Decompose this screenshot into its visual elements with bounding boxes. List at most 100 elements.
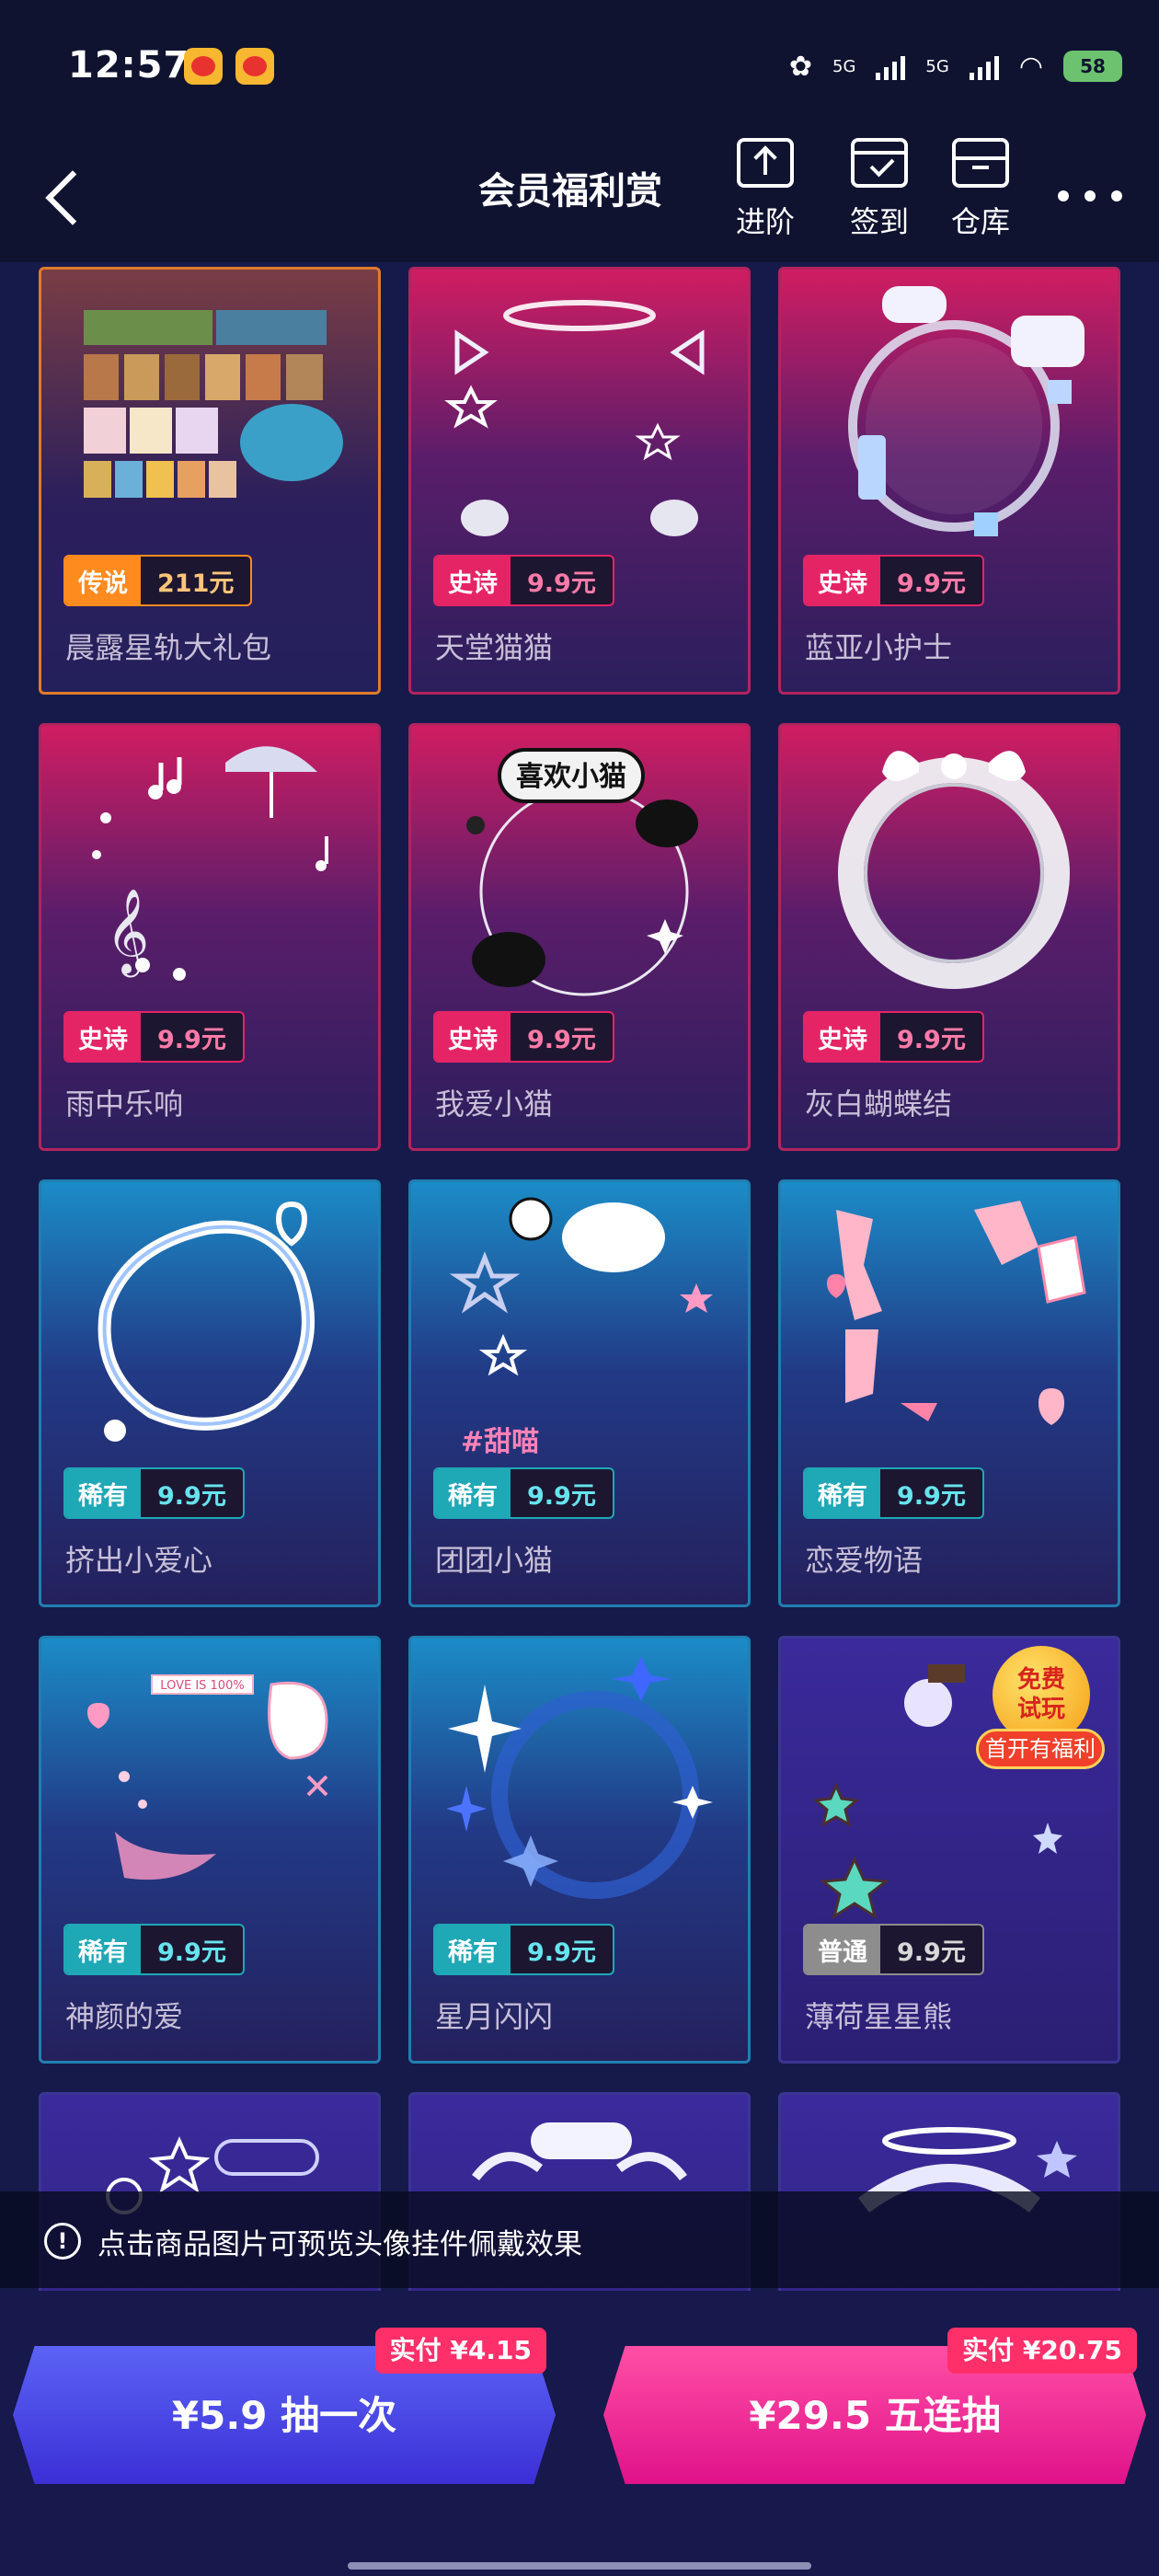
product-card[interactable]: 免费 试玩 首开有福利 普通 9.9元 薄荷星星熊 bbox=[778, 1636, 1120, 2064]
checkin-label: 签到 bbox=[849, 204, 909, 239]
upgrade-button[interactable]: 进阶 bbox=[719, 138, 811, 258]
status-bar: 12:57 ✿ 5G 5G ◠ 58 bbox=[0, 0, 1159, 138]
home-indicator[interactable] bbox=[348, 2562, 811, 2570]
back-button[interactable] bbox=[40, 158, 114, 232]
product-name: 天堂猫猫 bbox=[435, 630, 554, 665]
price-label: 9.9元 bbox=[157, 1938, 226, 1967]
rarity-label: 稀有 bbox=[65, 1469, 141, 1517]
free-trial-line2: 试玩 bbox=[1016, 1696, 1065, 1723]
box-icon bbox=[952, 138, 1009, 188]
draw-five-button[interactable]: ¥29.5 五连抽 实付 ¥20.75 bbox=[603, 2328, 1146, 2484]
draw-once-pay-tag: 实付 ¥4.15 bbox=[374, 2328, 546, 2374]
price-label: 9.9元 bbox=[897, 1481, 966, 1511]
warehouse-button[interactable]: 仓库 bbox=[935, 138, 1027, 258]
product-name: 团团小猫 bbox=[435, 1543, 554, 1578]
status-time: 12:57 bbox=[68, 44, 190, 86]
status-indicators: ✿ 5G 5G ◠ 58 bbox=[789, 46, 1122, 86]
product-card[interactable]: 史诗 9.9元 灰白蝴蝶结 bbox=[778, 723, 1120, 1151]
star-moon-frame-preview bbox=[446, 1657, 713, 1899]
product-name: 灰白蝴蝶结 bbox=[805, 1087, 953, 1121]
product-card[interactable]: 𝄞 史诗 9.9元 雨中乐响 bbox=[39, 723, 381, 1151]
page-title: 会员福利赏 bbox=[478, 170, 662, 213]
rarity-label: 史诗 bbox=[435, 557, 511, 604]
nfc-icon: ✿ bbox=[788, 50, 812, 83]
upload-icon bbox=[737, 138, 794, 188]
draw-once-button[interactable]: ¥5.9 抽一次 实付 ¥4.15 bbox=[13, 2328, 556, 2484]
rarity-label: 史诗 bbox=[805, 557, 880, 604]
divine-love-frame-preview: LOVE IS 100% bbox=[87, 1674, 328, 1880]
draw-bar: ¥5.9 抽一次 实付 ¥4.15 ¥29.5 五连抽 实付 ¥20.75 bbox=[0, 2291, 1159, 2576]
rarity-price-badge: 史诗 9.9元 bbox=[63, 1011, 245, 1063]
product-card[interactable]: 稀有 9.9元 恋爱物语 bbox=[778, 1179, 1120, 1607]
rarity-price-badge: 史诗 9.9元 bbox=[803, 555, 984, 606]
price-label: 9.9元 bbox=[897, 1938, 966, 1967]
price-label: 9.9元 bbox=[527, 1025, 596, 1054]
love-cat-frame-preview: 喜欢小猫 bbox=[466, 748, 698, 996]
price-label: 9.9元 bbox=[527, 1938, 596, 1967]
rarity-price-badge: 稀有 9.9元 bbox=[433, 1467, 614, 1519]
cat-bubble-text: 喜欢小猫 bbox=[516, 761, 626, 793]
price-label: 9.9元 bbox=[527, 569, 596, 598]
info-icon: ! bbox=[44, 2223, 81, 2260]
rarity-price-badge: 史诗 9.9元 bbox=[433, 1011, 614, 1063]
product-name: 神颜的爱 bbox=[65, 1999, 184, 2034]
rarity-price-badge: 稀有 9.9元 bbox=[803, 1467, 984, 1519]
free-trial-badge[interactable]: 免费 试玩 首开有福利 bbox=[976, 1646, 1105, 1784]
rarity-label: 史诗 bbox=[65, 1013, 141, 1061]
rarity-price-badge: 普通 9.9元 bbox=[803, 1924, 984, 1975]
network-label-2: 5G bbox=[925, 56, 949, 76]
rain-music-frame-preview: 𝄞 bbox=[92, 746, 328, 981]
more-button[interactable] bbox=[1058, 182, 1122, 210]
upgrade-label: 进阶 bbox=[735, 204, 795, 239]
rarity-price-badge: 稀有 9.9元 bbox=[63, 1467, 245, 1519]
preview-tip-bar: ! 点击商品图片可预览头像挂件佩戴效果 bbox=[0, 2191, 1159, 2288]
signal-icon bbox=[876, 52, 906, 80]
rarity-label: 史诗 bbox=[805, 1013, 880, 1061]
nurse-frame-preview bbox=[848, 286, 1084, 536]
rarity-price-badge: 史诗 9.9元 bbox=[433, 555, 614, 606]
product-name: 雨中乐响 bbox=[65, 1087, 184, 1121]
draw-five-label: ¥29.5 五连抽 bbox=[749, 2393, 1001, 2438]
sweet-tag-text: #甜喵 bbox=[461, 1426, 539, 1458]
network-label-1: 5G bbox=[832, 56, 856, 76]
calendar-check-icon bbox=[851, 138, 908, 188]
love-story-frame-preview bbox=[827, 1201, 1086, 1425]
product-card[interactable]: #甜喵 稀有 9.9元 团团小猫 bbox=[408, 1179, 751, 1607]
product-name: 蓝亚小护士 bbox=[805, 630, 953, 665]
product-grid: 传说 211元 晨露星轨大礼包 史诗 9.9元 天堂猫猫 史诗 9.9元 蓝亚小… bbox=[37, 265, 1122, 2381]
sticker-pack-preview bbox=[84, 310, 343, 498]
product-card[interactable]: 传说 211元 晨露星轨大礼包 bbox=[39, 267, 381, 695]
price-label: 211元 bbox=[157, 569, 235, 598]
preview-tip-text: 点击商品图片可预览头像挂件佩戴效果 bbox=[98, 2228, 582, 2261]
rarity-label: 普通 bbox=[805, 1926, 880, 1973]
heart-frame-preview bbox=[98, 1201, 315, 1442]
warehouse-label: 仓库 bbox=[950, 204, 1010, 239]
product-card[interactable]: LOVE IS 100% 稀有 9.9元 神颜的爱 bbox=[39, 1636, 381, 2064]
product-card[interactable]: 稀有 9.9元 星月闪闪 bbox=[408, 1636, 751, 2064]
angel-cat-frame-preview bbox=[444, 300, 705, 536]
checkin-button[interactable]: 签到 bbox=[833, 138, 925, 258]
rarity-label: 传说 bbox=[65, 557, 141, 604]
draw-once-label: ¥5.9 抽一次 bbox=[171, 2393, 397, 2438]
product-card[interactable]: 史诗 9.9元 蓝亚小护士 bbox=[778, 267, 1120, 695]
price-label: 9.9元 bbox=[157, 1025, 226, 1054]
free-trial-ribbon: 首开有福利 bbox=[976, 1729, 1105, 1769]
price-label: 9.9元 bbox=[157, 1481, 226, 1511]
round-cat-frame-preview: #甜喵 bbox=[449, 1197, 713, 1458]
rarity-price-badge: 传说 211元 bbox=[63, 555, 253, 606]
rarity-label: 稀有 bbox=[435, 1926, 511, 1973]
bow-wreath-preview bbox=[838, 751, 1070, 989]
love-tag-text: LOVE IS 100% bbox=[160, 1679, 244, 1693]
product-card[interactable]: 稀有 9.9元 挤出小爱心 bbox=[39, 1179, 381, 1607]
signal-icon bbox=[969, 52, 999, 80]
product-card[interactable]: 史诗 9.9元 天堂猫猫 bbox=[408, 267, 751, 695]
price-label: 9.9元 bbox=[897, 569, 966, 598]
rarity-label: 史诗 bbox=[435, 1013, 511, 1061]
rarity-label: 稀有 bbox=[435, 1469, 511, 1517]
product-name: 薄荷星星熊 bbox=[805, 1999, 953, 2034]
rarity-price-badge: 稀有 9.9元 bbox=[63, 1924, 245, 1975]
rarity-label: 稀有 bbox=[805, 1469, 880, 1517]
product-name: 恋爱物语 bbox=[805, 1543, 924, 1578]
product-name: 星月闪闪 bbox=[435, 1999, 554, 2034]
product-card[interactable]: 喜欢小猫 史诗 9.9元 我爱小猫 bbox=[408, 723, 751, 1151]
